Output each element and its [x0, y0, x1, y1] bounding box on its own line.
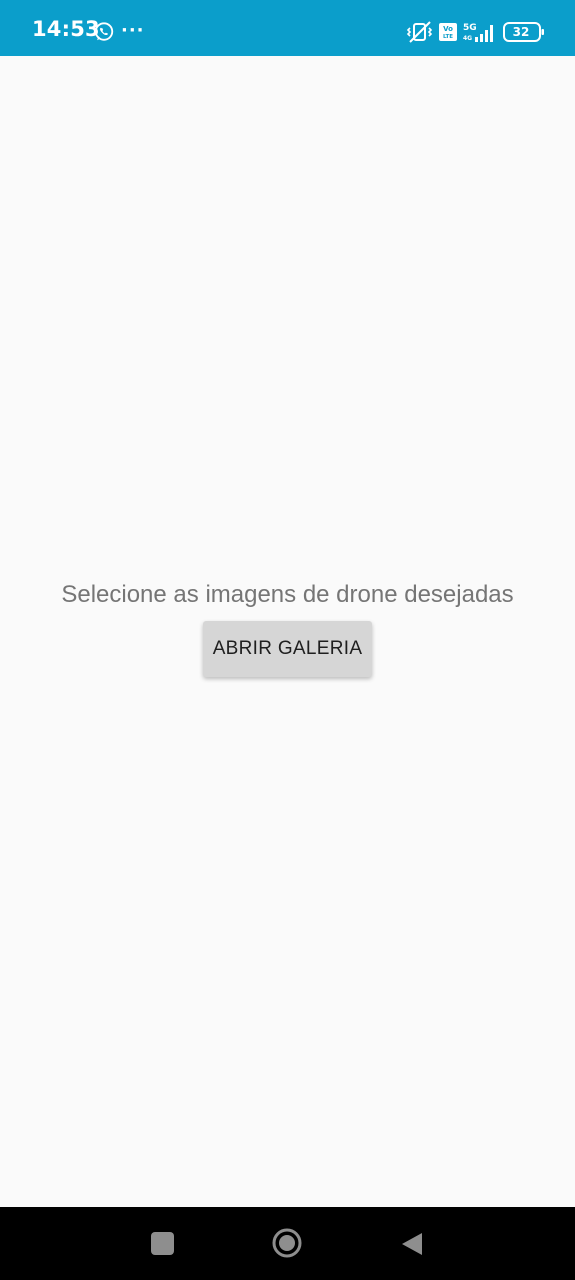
status-bar: 14:53 ··· Vo LTE 5G 4G 32 [0, 0, 575, 56]
vibrate-mute-icon [406, 21, 433, 43]
volte-icon: Vo LTE [439, 23, 457, 41]
volte-bottom-label: LTE [443, 34, 453, 40]
battery-level: 32 [512, 25, 530, 39]
back-icon[interactable] [400, 1231, 424, 1257]
main-content: Selecione as imagens de drone desejadas … [0, 56, 575, 1207]
battery-icon: 32 [503, 20, 545, 44]
network-sub-label: 4G [463, 35, 472, 42]
recents-icon[interactable] [151, 1232, 174, 1255]
home-icon[interactable] [272, 1228, 302, 1258]
5g-signal-icon: 5G 4G [463, 23, 493, 42]
open-gallery-button[interactable]: ABRIR GALERIA [203, 621, 372, 677]
select-images-prompt: Selecione as imagens de drone desejadas [61, 581, 514, 608]
whatsapp-icon [94, 22, 114, 41]
app-screen: 14:53 ··· Vo LTE 5G 4G 32 Selecione as i… [0, 0, 575, 1280]
status-time: 14:53 [32, 17, 100, 41]
more-notifications-icon: ··· [121, 20, 145, 41]
network-type-label: 5G [463, 23, 477, 33]
volte-top-label: Vo [443, 25, 453, 33]
navigation-bar [0, 1207, 575, 1280]
